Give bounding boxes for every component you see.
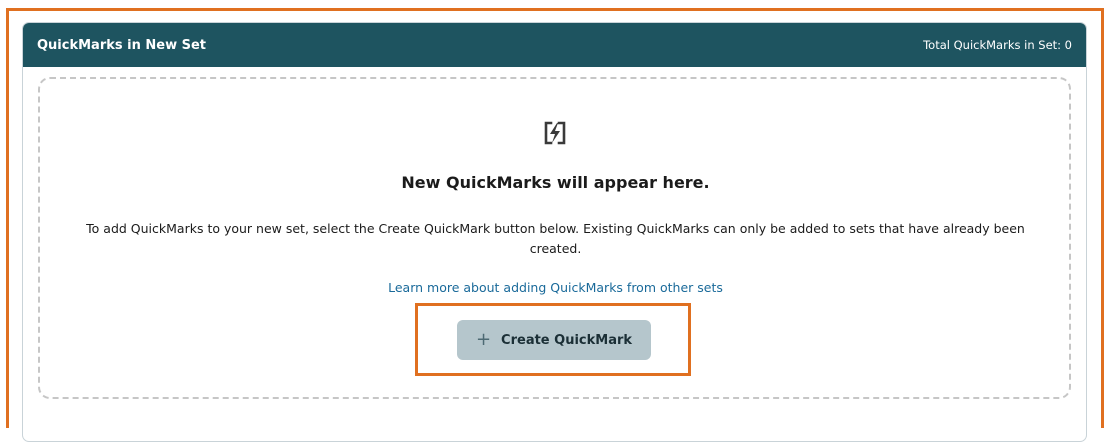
learn-more-link[interactable]: Learn more about adding QuickMarks from … [23, 280, 1086, 295]
create-quickmark-label: Create QuickMark [501, 332, 633, 348]
panel-title: QuickMarks in New Set [37, 37, 207, 53]
plus-icon: + [475, 329, 492, 350]
quickmark-icon [544, 121, 566, 145]
empty-state-description: To add QuickMarks to your new set, selec… [86, 221, 1025, 256]
panel-header: QuickMarks in New Set Total QuickMarks i… [23, 23, 1086, 67]
quickmarks-panel: QuickMarks in New Set Total QuickMarks i… [22, 22, 1087, 442]
create-quickmark-button[interactable]: + Create QuickMark [457, 320, 651, 360]
total-quickmarks-count: Total QuickMarks in Set: 0 [923, 38, 1072, 52]
empty-state-title: New QuickMarks will appear here. [401, 173, 710, 192]
